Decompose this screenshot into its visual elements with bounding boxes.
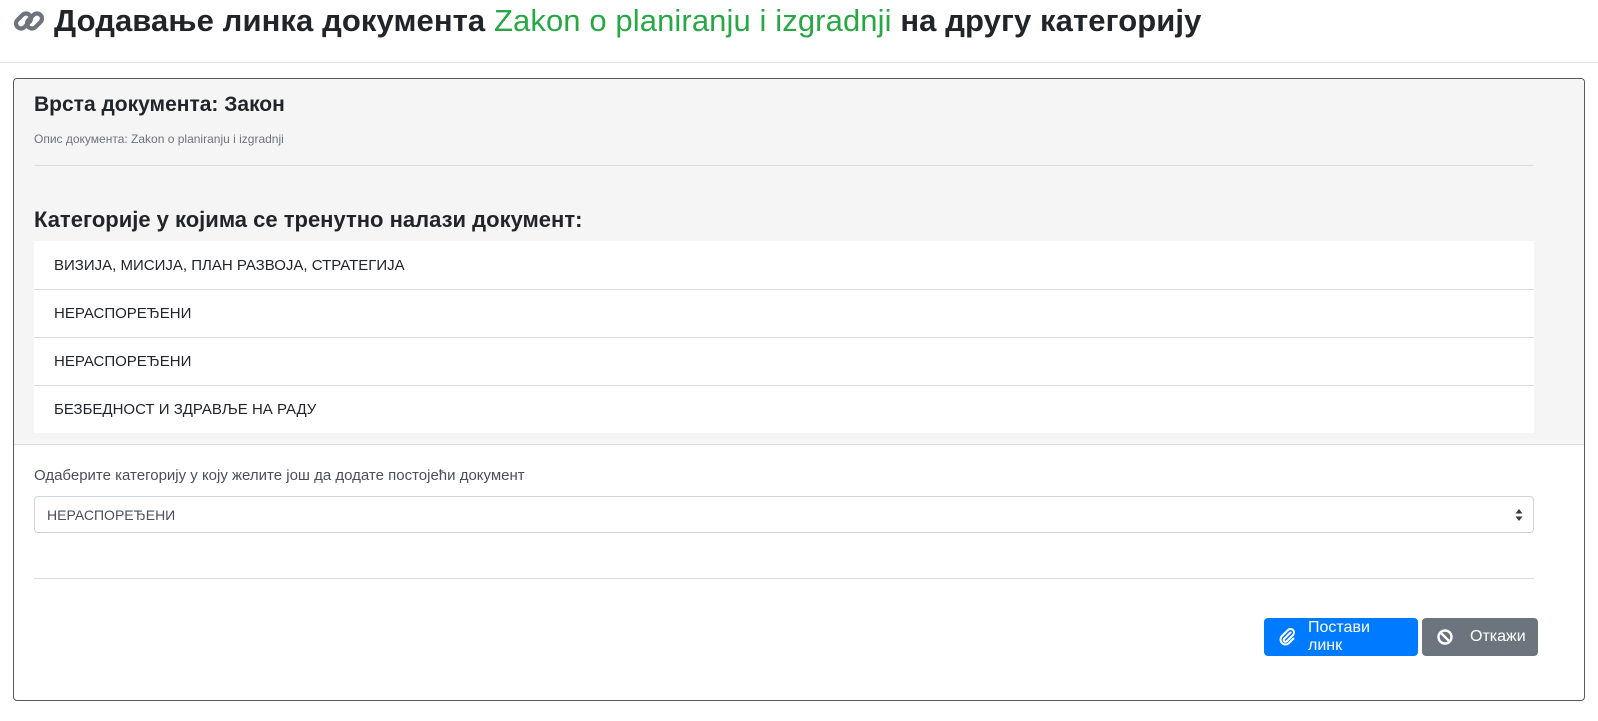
document-type: Врста документа: Закон (34, 93, 285, 116)
set-link-label: Постави линк (1308, 619, 1370, 654)
category-item: НЕРАСПОРЕЂЕНИ (34, 289, 1534, 337)
info-divider (34, 165, 1534, 166)
form-divider (34, 578, 1534, 579)
page-title-suffix: на другу категорију (891, 3, 1202, 38)
page-title: Додавање линка документа Zakon o planira… (54, 3, 1201, 39)
set-link-button[interactable]: Постави линк (1264, 618, 1418, 656)
document-info-panel: Врста документа: Закон Опис документа: Z… (14, 79, 1584, 445)
page-header: Додавање линка документа Zakon o planira… (12, 0, 1201, 42)
select-arrows-icon (1515, 509, 1523, 521)
category-item: НЕРАСПОРЕЂЕНИ (34, 337, 1534, 385)
current-categories-heading: Категорије у којима се тренутно налази д… (34, 207, 583, 232)
document-name: Zakon o planiranju i izgradnji (493, 3, 892, 38)
category-select-value: НЕРАСПОРЕЂЕНИ (47, 506, 176, 523)
category-select-label: Одаберите категорију у коју желите још д… (34, 467, 525, 484)
cancel-button[interactable]: Откажи (1422, 618, 1538, 656)
link-icon (13, 11, 45, 31)
document-description: Опис документа: Zakon o planiranju i izg… (34, 132, 284, 146)
header-divider (0, 62, 1598, 63)
current-categories-list: ВИЗИЈА, МИСИЈА, ПЛАН РАЗВОЈА, СТРАТЕГИЈА… (34, 241, 1534, 433)
cancel-label: Откажи (1470, 628, 1526, 645)
category-select[interactable]: НЕРАСПОРЕЂЕНИ (34, 496, 1534, 533)
link-document-card: Врста документа: Закон Опис документа: Z… (13, 78, 1585, 701)
paperclip-icon (1279, 628, 1296, 646)
ban-icon (1437, 629, 1453, 645)
page-title-prefix: Додавање линка документа (54, 3, 494, 38)
category-item: ВИЗИЈА, МИСИЈА, ПЛАН РАЗВОЈА, СТРАТЕГИЈА (54, 256, 405, 274)
category-item: БЕЗБЕДНОСТ И ЗДРАВЉЕ НА РАДУ (34, 385, 1534, 433)
